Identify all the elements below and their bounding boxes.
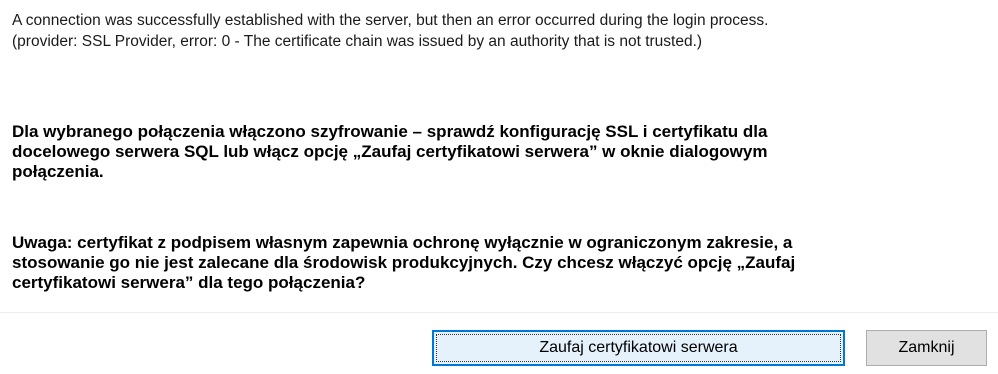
encryption-message-line-3: połączenia. bbox=[12, 162, 104, 181]
warning-message-line-3: certyfikatowi serwera” dla tego połączen… bbox=[12, 273, 366, 292]
button-area-divider bbox=[0, 312, 998, 313]
trust-button-label: Zaufaj certyfikatowi serwera bbox=[539, 339, 738, 356]
warning-message: Uwaga: certyfikat z podpisem własnym zap… bbox=[12, 233, 987, 293]
ssl-error-dialog: A connection was successfully establishe… bbox=[0, 0, 998, 374]
encryption-message-line-1: Dla wybranego połączenia włączono szyfro… bbox=[12, 122, 768, 141]
close-button-label: Zamknij bbox=[898, 339, 955, 356]
warning-message-line-1: Uwaga: certyfikat z podpisem własnym zap… bbox=[12, 233, 793, 252]
trust-server-certificate-button[interactable]: Zaufaj certyfikatowi serwera bbox=[432, 330, 845, 366]
error-line-2: (provider: SSL Provider, error: 0 - The … bbox=[12, 33, 703, 50]
warning-message-line-2: stosowanie go nie jest zalecane dla środ… bbox=[12, 253, 796, 272]
close-button[interactable]: Zamknij bbox=[866, 330, 987, 366]
error-line-1: A connection was successfully establishe… bbox=[12, 12, 769, 29]
trust-button-focus-rect: Zaufaj certyfikatowi serwera bbox=[436, 334, 841, 362]
encryption-message-line-2: docelowego serwera SQL lub włącz opcję „… bbox=[12, 142, 768, 161]
error-details-text: A connection was successfully establishe… bbox=[12, 10, 982, 52]
encryption-message: Dla wybranego połączenia włączono szyfro… bbox=[12, 122, 987, 182]
